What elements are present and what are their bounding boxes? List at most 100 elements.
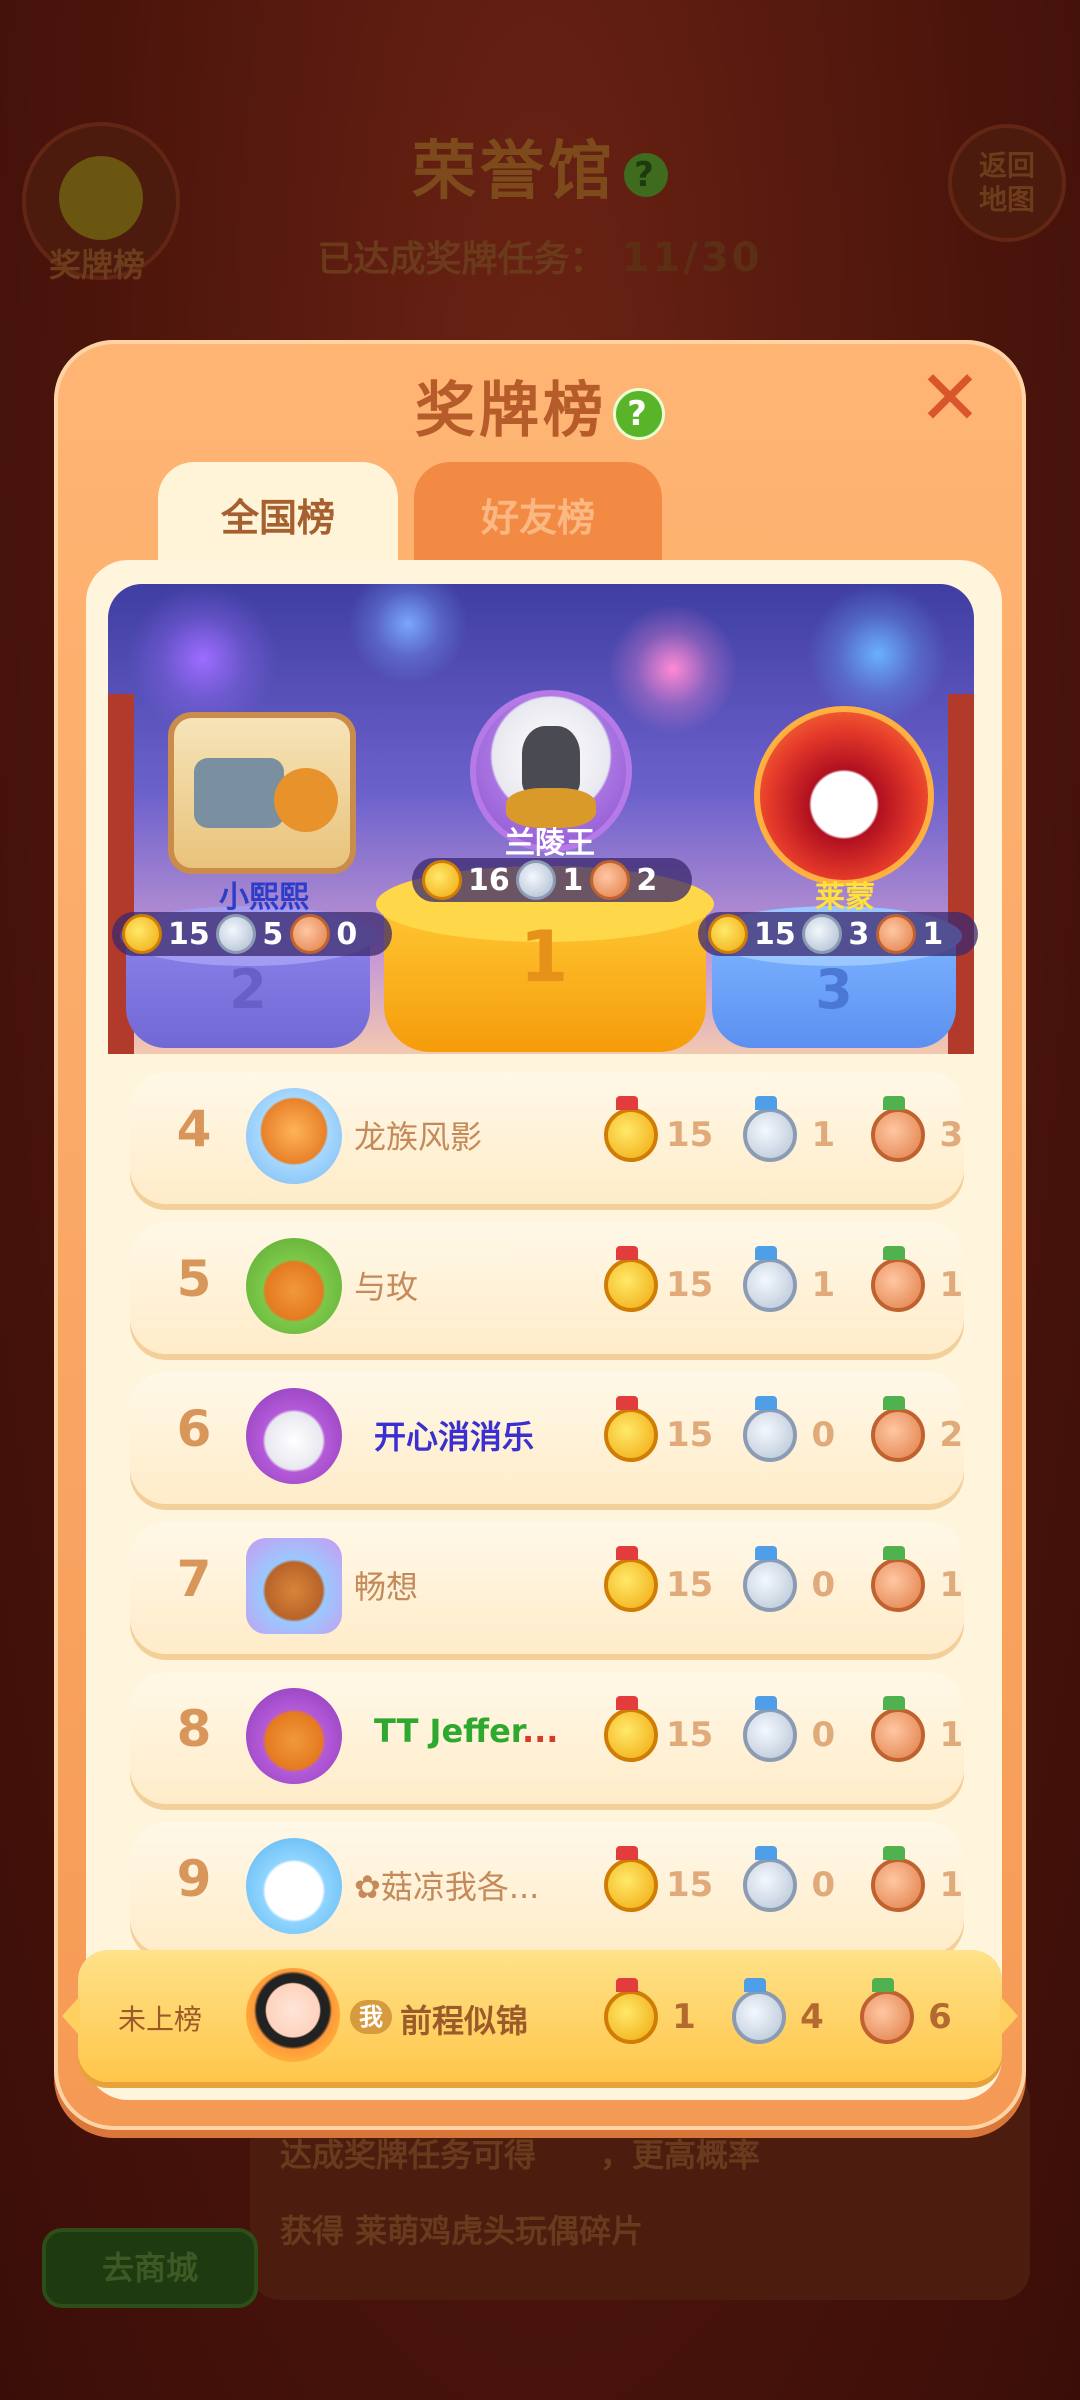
help-icon[interactable]: ?: [624, 153, 668, 198]
table-row[interactable]: 5 与玫 15 1 1: [130, 1222, 964, 1354]
podium-medals-1: 16 1 2: [412, 858, 692, 902]
rank-number: 7: [176, 1550, 212, 1608]
silver-medal-icon: [743, 1096, 798, 1162]
rank-number: 9: [176, 1850, 212, 1908]
podium-rank-2: 2: [229, 958, 267, 1021]
avatar[interactable]: [246, 1968, 340, 2062]
silver-count: 1: [562, 862, 584, 898]
bronze-medal-icon: [589, 860, 630, 900]
silver-medal-icon: [743, 1396, 798, 1462]
tab-friends[interactable]: 好友榜: [414, 462, 662, 566]
silver-medal-icon: [515, 860, 556, 900]
podium-medals-2: 15 5 0: [112, 912, 392, 956]
my-player-name: 前程似锦: [400, 2002, 529, 2040]
silver-medal-icon: [801, 914, 842, 954]
silver-count: 3: [848, 916, 870, 952]
bronze-count: 0: [336, 916, 358, 952]
bronze-medal-icon: [871, 1246, 926, 1312]
silver-count: 5: [262, 916, 284, 952]
silver-count: 0: [811, 1565, 836, 1605]
bronze-medal-icon: [871, 1696, 926, 1762]
medal-counts: 1 4 6: [604, 1978, 958, 2044]
silver-medal-icon: [743, 1246, 798, 1312]
bronze-medal-icon: [875, 914, 916, 954]
bronze-count: 1: [939, 1865, 964, 1905]
player-name: 开心消消乐: [374, 1418, 535, 1456]
avatar[interactable]: [246, 1838, 342, 1934]
avatar[interactable]: [246, 1088, 342, 1184]
silver-count: 1: [811, 1265, 836, 1305]
silver-medal-icon: [743, 1846, 798, 1912]
close-icon[interactable]: ✕: [912, 360, 988, 436]
avatar[interactable]: [246, 1688, 342, 1784]
bronze-count: 3: [939, 1115, 964, 1155]
medal-counts: 15 1 3: [604, 1096, 969, 1162]
firework-decoration: [608, 604, 738, 734]
progress-label: 已达成奖牌任务：: [317, 239, 606, 280]
player-name: 龙族风影: [354, 1118, 483, 1156]
hall-title-text: 荣誉馆: [412, 135, 616, 209]
rank-number: 5: [176, 1250, 212, 1308]
player-name: TT Jeffer...: [374, 1712, 559, 1750]
podium-name-1: 兰陵王: [505, 826, 595, 861]
bronze-count: 6: [928, 1997, 952, 2037]
podium-1: 1: [376, 866, 714, 1052]
gold-medal-icon: [604, 1978, 658, 2044]
go-shop-button[interactable]: 去商城: [42, 2228, 258, 2308]
table-row[interactable]: 8 TT Jeffer... 15 0 1: [130, 1672, 964, 1804]
podium-rank-3: 3: [815, 958, 853, 1021]
medal-counts: 15 1 1: [604, 1246, 969, 1312]
tab-national[interactable]: 全国榜: [158, 462, 398, 566]
return-map-button[interactable]: 返回 地图: [948, 124, 1066, 242]
return-line-2: 地图: [978, 183, 1035, 216]
rank-number: 8: [176, 1700, 212, 1758]
silver-medal-icon: [743, 1696, 798, 1762]
avatar[interactable]: [246, 1238, 342, 1334]
avatar[interactable]: [246, 1388, 342, 1484]
gold-count: 1: [672, 1997, 696, 2037]
podium-2: 2: [120, 906, 376, 1048]
gold-count: 15: [666, 1715, 714, 1755]
silver-count: 1: [811, 1115, 836, 1155]
gold-count: 16: [468, 862, 510, 898]
gold-medal-icon: [604, 1246, 658, 1312]
bronze-medal-icon: [860, 1978, 914, 2044]
avatar[interactable]: [246, 1538, 342, 1634]
hall-of-honor-title: 荣誉馆?: [0, 120, 1080, 212]
gold-medal-icon: [422, 860, 462, 900]
table-row[interactable]: 6 开心消消乐 15 0 2: [130, 1372, 964, 1504]
table-row[interactable]: 4 龙族风影 15 1 3: [130, 1072, 964, 1204]
bronze-count: 2: [939, 1415, 964, 1455]
silver-medal-icon: [215, 914, 256, 954]
table-row[interactable]: 7 畅想 15 0 1: [130, 1522, 964, 1654]
avatar[interactable]: [754, 706, 934, 886]
medal-counts: 15 0 1: [604, 1546, 969, 1612]
player-name: 与玫: [354, 1268, 419, 1306]
bronze-medal-icon: [871, 1096, 926, 1162]
avatar[interactable]: [168, 712, 356, 874]
bronze-count: 2: [636, 862, 658, 898]
table-row[interactable]: 9 ✿菇凉我各... 15 0 1: [130, 1822, 964, 1954]
help-icon[interactable]: ?: [613, 388, 665, 441]
my-rank-row[interactable]: 未上榜 我 前程似锦 1 4 6: [62, 1950, 1018, 2082]
player-name: ✿菇凉我各...: [354, 1868, 540, 1906]
silver-medal-icon: [743, 1546, 798, 1612]
silver-count: 0: [811, 1715, 836, 1755]
return-line-1: 返回: [978, 149, 1035, 182]
medal-counts: 15 0 2: [604, 1396, 969, 1462]
bronze-count: 1: [939, 1565, 964, 1605]
gold-count: 15: [168, 916, 210, 952]
gold-medal-icon: [604, 1396, 658, 1462]
podium-rank-1: 1: [519, 916, 569, 998]
silver-count: 0: [811, 1865, 836, 1905]
ribbon-right-decoration: [1000, 1996, 1018, 2036]
bronze-medal-icon: [871, 1396, 926, 1462]
podium-medals-3: 15 3 1: [698, 912, 978, 956]
gold-medal-icon: [708, 914, 748, 954]
reward-info-line-1: 达成奖牌任务可得 ，更高概率: [280, 2136, 761, 2174]
bronze-count: 1: [939, 1715, 964, 1755]
firework-decoration: [348, 584, 468, 684]
rank-number: 4: [176, 1100, 212, 1158]
gold-count: 15: [666, 1415, 714, 1455]
medal-task-progress: 已达成奖牌任务： 11/30: [0, 230, 1080, 282]
